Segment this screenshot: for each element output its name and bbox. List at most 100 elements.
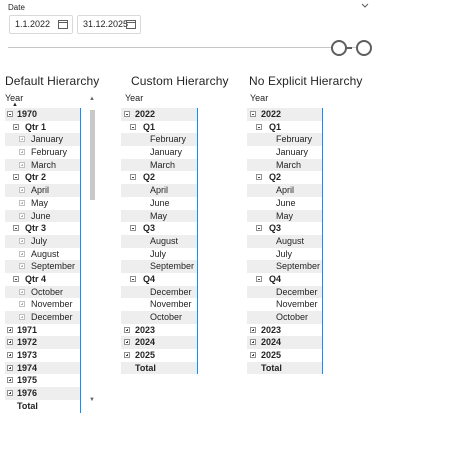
table-row: 1972 — [5, 336, 80, 350]
table-row: Q4 — [247, 273, 322, 286]
table-row: Q3 — [121, 222, 197, 235]
row-label: November — [276, 299, 318, 310]
expand-icon[interactable] — [7, 377, 13, 384]
row-label: August — [150, 235, 179, 246]
column-header-year[interactable]: Year — [125, 93, 143, 103]
table-row: February — [247, 133, 322, 147]
date-range-track[interactable] — [8, 47, 368, 48]
row-label: 1972 — [17, 337, 38, 348]
start-date-input[interactable]: 1.1.2022 — [9, 15, 73, 34]
visual-heading-no-explicit: No Explicit Hierarchy — [249, 74, 363, 88]
table-row: 2025 — [121, 349, 197, 362]
row-label: January — [31, 134, 64, 145]
expand-icon[interactable] — [124, 339, 130, 346]
expand-icon[interactable] — [124, 352, 130, 359]
row-label: Qtr 2 — [25, 172, 47, 183]
table-row: June — [5, 209, 80, 223]
table-row: June — [121, 197, 197, 210]
row-label: April — [276, 185, 295, 196]
table-row: April — [121, 184, 197, 197]
collapse-icon[interactable] — [130, 225, 136, 232]
collapse-icon[interactable] — [130, 275, 136, 282]
row-label: October — [276, 312, 309, 322]
table-row: January — [5, 133, 80, 147]
expand-icon[interactable] — [124, 326, 130, 333]
slicer-title: Date — [8, 3, 25, 12]
expand-icon[interactable] — [7, 364, 13, 371]
calendar-icon[interactable] — [126, 19, 136, 29]
expand-icon[interactable] — [7, 352, 13, 359]
row-label: March — [276, 159, 302, 170]
row-label: 1971 — [17, 324, 38, 335]
start-range-handle[interactable] — [331, 40, 347, 56]
collapse-icon[interactable] — [13, 174, 19, 181]
row-label: December — [31, 312, 73, 322]
row-label: March — [150, 159, 176, 170]
row-label: 2022 — [135, 109, 156, 119]
calendar-icon[interactable] — [58, 19, 68, 29]
scrollbar-thumb[interactable] — [90, 110, 95, 200]
row-label: May — [31, 197, 49, 208]
expand-icon[interactable] — [7, 390, 13, 397]
collapse-icon[interactable] — [130, 123, 136, 130]
table-row: January — [121, 146, 197, 159]
row-label: 2024 — [135, 337, 156, 348]
collapse-icon[interactable] — [13, 275, 19, 282]
row-label: July — [276, 248, 293, 259]
expand-icon[interactable] — [19, 149, 25, 156]
collapse-icon[interactable] — [13, 123, 19, 130]
collapse-icon[interactable] — [124, 111, 130, 117]
expand-icon[interactable] — [250, 326, 256, 333]
row-label: February — [276, 134, 313, 145]
expand-icon[interactable] — [19, 314, 25, 320]
table-row: Qtr 3 — [5, 222, 80, 235]
scroll-down-icon[interactable]: ▼ — [89, 397, 95, 403]
expand-icon[interactable] — [19, 263, 25, 270]
table-row: Q2 — [121, 171, 197, 184]
row-label: February — [31, 147, 68, 158]
chevron-down-icon[interactable] — [360, 1, 370, 11]
column-header-label: Year — [250, 93, 269, 103]
row-label: March — [31, 159, 57, 170]
row-label: Q2 — [269, 172, 282, 183]
expand-icon[interactable] — [7, 326, 13, 333]
row-label: Q1 — [143, 121, 156, 132]
expand-icon[interactable] — [19, 250, 25, 257]
expand-icon[interactable] — [7, 339, 13, 346]
table-row: July — [121, 248, 197, 261]
row-label: Q3 — [269, 223, 282, 234]
expand-icon[interactable] — [19, 301, 25, 308]
expand-icon[interactable] — [19, 199, 25, 206]
row-label: October — [150, 312, 183, 322]
collapse-icon[interactable] — [256, 275, 262, 282]
row-label: Q3 — [143, 223, 156, 234]
table-row: Q2 — [247, 171, 322, 184]
collapse-icon[interactable] — [250, 111, 256, 117]
collapse-icon[interactable] — [13, 225, 19, 232]
row-label: December — [276, 286, 318, 297]
end-date-input[interactable]: 31.12.2025 — [77, 15, 141, 34]
expand-icon[interactable] — [19, 187, 25, 194]
collapse-icon[interactable] — [130, 174, 136, 181]
collapse-icon[interactable] — [256, 174, 262, 181]
row-label: 1970 — [17, 109, 38, 119]
expand-icon[interactable] — [250, 339, 256, 346]
row-label: Qtr 1 — [25, 121, 47, 132]
total-row: Total — [5, 400, 80, 413]
expand-icon[interactable] — [19, 288, 25, 295]
column-header-year[interactable]: Year — [250, 93, 268, 103]
row-label: Q1 — [269, 121, 282, 132]
collapse-icon[interactable] — [256, 225, 262, 232]
end-range-handle[interactable] — [356, 40, 372, 56]
collapse-icon[interactable] — [7, 111, 13, 117]
collapse-icon[interactable] — [256, 123, 262, 130]
expand-icon[interactable] — [19, 237, 25, 244]
total-row: Total — [121, 361, 197, 375]
scroll-up-icon[interactable]: ▲ — [89, 96, 95, 102]
expand-icon[interactable] — [250, 352, 256, 359]
expand-icon[interactable] — [19, 212, 25, 219]
expand-icon[interactable] — [19, 161, 25, 168]
total-row: Total — [247, 361, 322, 375]
expand-icon[interactable] — [19, 136, 25, 143]
table-row: 1970 — [5, 108, 80, 121]
